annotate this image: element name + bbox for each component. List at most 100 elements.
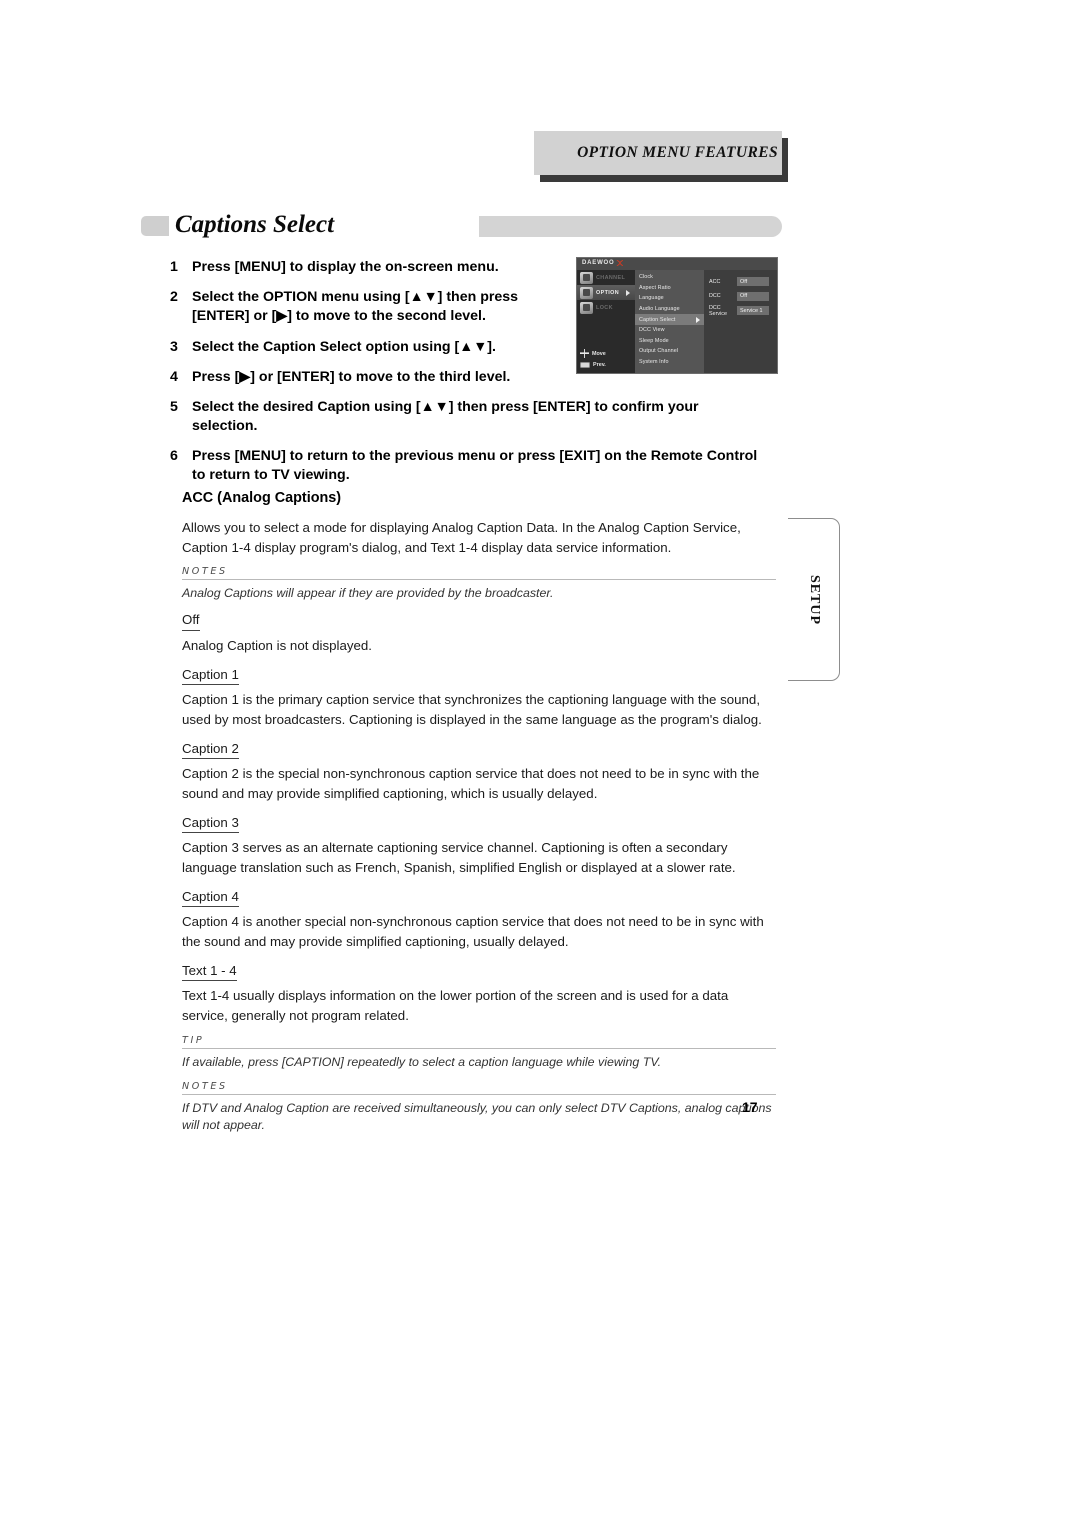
osd-option-menu-column: Clock Aspect Ratio Language Audio Langua… bbox=[635, 270, 704, 373]
osd-sidebar-item-option: OPTION bbox=[577, 285, 635, 300]
osd-menu-label: Aspect Ratio bbox=[639, 284, 671, 291]
step-text: Select the Caption Select option using [… bbox=[192, 338, 496, 355]
header-banner-title: Option Menu Features bbox=[577, 144, 778, 161]
subsection-heading: ACC (Analog Captions) bbox=[182, 490, 342, 506]
osd-setting-key: DCC bbox=[709, 293, 721, 299]
step-text: Press [▶] or [ENTER] to move to the thir… bbox=[192, 368, 511, 385]
osd-setting-key: ACC bbox=[709, 278, 721, 285]
osd-menu-screenshot: DAEWOO CHANNEL OPTION LOCK Move Prev. Cl… bbox=[576, 257, 778, 374]
divider bbox=[182, 579, 776, 581]
chevron-right-icon bbox=[626, 289, 630, 296]
step-number: 2 bbox=[170, 289, 178, 306]
osd-setting-value: Off bbox=[737, 291, 769, 301]
term-description: Text 1-4 usually displays information on… bbox=[182, 988, 729, 1023]
callout-label: TIP bbox=[182, 1034, 205, 1046]
osd-sidebar-item-channel: CHANNEL bbox=[577, 270, 635, 285]
chevron-right-icon bbox=[696, 316, 700, 323]
osd-sidebar-label: OPTION bbox=[596, 289, 620, 296]
lock-icon bbox=[580, 301, 593, 314]
channel-icon bbox=[580, 271, 593, 284]
side-tab-label: SETUP bbox=[806, 574, 822, 625]
callout-body: If DTV and Analog Caption are received s… bbox=[182, 1100, 772, 1133]
term-description: Caption 1 is the primary caption service… bbox=[182, 692, 762, 727]
osd-setting-acc: ACC Off bbox=[704, 276, 777, 287]
osd-nav-label: Prev. bbox=[593, 361, 606, 368]
term-entry-caption-4: Caption 4 bbox=[182, 887, 776, 910]
term-entry-off: Off bbox=[182, 610, 776, 633]
step-number: 5 bbox=[170, 398, 178, 415]
callout-label: NOTES bbox=[182, 566, 228, 578]
notes-callout-2: NOTES If DTV and Analog Caption are rece… bbox=[182, 1081, 776, 1136]
header-banner: Option Menu Features bbox=[534, 131, 788, 182]
callout-body: Analog Captions will appear if they are … bbox=[182, 586, 554, 601]
term-label: Off bbox=[182, 610, 200, 631]
term-label: Caption 2 bbox=[182, 739, 239, 760]
osd-menu-label: Clock bbox=[639, 274, 653, 281]
osd-nav-move: Move bbox=[580, 348, 634, 359]
move-arrows-icon bbox=[580, 349, 589, 358]
term-entry-caption-3: Caption 3 bbox=[182, 813, 776, 836]
osd-sidebar-label: CHANNEL bbox=[596, 274, 626, 281]
callout-label: NOTES bbox=[182, 1080, 228, 1092]
osd-setting-key: DCC Service bbox=[709, 304, 727, 317]
osd-menu-label: Output Channel bbox=[639, 348, 679, 355]
osd-menu-label: Language bbox=[639, 295, 664, 302]
term-label: Text 1 - 4 bbox=[182, 961, 237, 982]
term-entry-caption-2: Caption 2 bbox=[182, 739, 776, 762]
osd-nav-label: Move bbox=[592, 350, 606, 357]
osd-menu-item-output-channel: Output Channel bbox=[635, 346, 704, 357]
osd-sidebar-label: LOCK bbox=[596, 304, 613, 311]
osd-category-sidebar: CHANNEL OPTION LOCK Move Prev. bbox=[577, 270, 635, 373]
page-title: Captions Select bbox=[175, 211, 335, 238]
osd-menu-item-aspect-ratio: Aspect Ratio bbox=[635, 283, 704, 294]
notes-callout-1: NOTES Analog Captions will appear if the… bbox=[182, 566, 776, 603]
term-description: Analog Caption is not displayed. bbox=[182, 637, 372, 653]
step-text: Press [MENU] to display the on-screen me… bbox=[192, 259, 499, 275]
side-tab-setup: SETUP bbox=[788, 518, 840, 681]
term-description: Caption 2 is the special non-synchronous… bbox=[182, 766, 760, 801]
term-label: Caption 3 bbox=[182, 813, 239, 834]
osd-brand-label: DAEWOO bbox=[582, 260, 615, 266]
osd-menu-item-system-info: System Info bbox=[635, 357, 704, 368]
osd-sidebar-item-lock: LOCK bbox=[577, 300, 635, 315]
term-description: Caption 4 is another special non-synchro… bbox=[182, 914, 764, 949]
step-number: 3 bbox=[170, 338, 178, 355]
intro-paragraph: Allows you to select a mode for displayi… bbox=[182, 520, 741, 555]
osd-navigation-hints: Move Prev. bbox=[580, 348, 634, 370]
osd-menu-item-audio-language: Audio Language bbox=[635, 304, 704, 315]
osd-menu-label: Audio Language bbox=[639, 306, 680, 313]
list-item: 6 Press [MENU] to return to the previous… bbox=[170, 447, 760, 485]
divider bbox=[182, 1093, 776, 1095]
header-banner-plate: Option Menu Features bbox=[534, 131, 782, 175]
term-label: Caption 1 bbox=[182, 665, 239, 686]
osd-menu-label: Sleep Mode bbox=[639, 337, 669, 344]
osd-setting-dcc-service: DCC Service Service 1 bbox=[704, 304, 777, 317]
section-title-tab-decoration bbox=[141, 216, 169, 236]
callout-body: If available, press [CAPTION] repeatedly… bbox=[182, 1054, 662, 1069]
osd-nav-prev: Prev. bbox=[580, 359, 634, 370]
step-text: Select the OPTION menu using [▲▼] then p… bbox=[192, 289, 519, 325]
daewoo-mark-icon bbox=[616, 260, 624, 266]
term-description: Caption 3 serves as an alternate caption… bbox=[182, 840, 736, 875]
osd-menu-item-language: Language bbox=[635, 293, 704, 304]
term-entry-caption-1: Caption 1 bbox=[182, 665, 776, 688]
osd-menu-label: DCC View bbox=[639, 327, 665, 334]
osd-menu-label: Caption Select bbox=[639, 316, 676, 323]
gear-icon bbox=[580, 286, 593, 299]
osd-menu-item-caption-select: Caption Select bbox=[635, 314, 704, 325]
divider bbox=[182, 1047, 776, 1049]
osd-menu-item-dcc-view: DCC View bbox=[635, 325, 704, 336]
tip-callout: TIP If available, press [CAPTION] repeat… bbox=[182, 1035, 776, 1072]
body-content: ACC (Analog Captions) Allows you to sele… bbox=[182, 490, 776, 1139]
osd-setting-dcc: DCC Off bbox=[704, 291, 777, 302]
term-label: Caption 4 bbox=[182, 887, 239, 908]
term-entry-text-1-4: Text 1 - 4 bbox=[182, 961, 776, 984]
section-title-bar-decoration bbox=[479, 216, 782, 237]
step-number: 4 bbox=[170, 368, 178, 385]
page-number: 17 bbox=[742, 1099, 758, 1115]
daewoo-logo: DAEWOO bbox=[582, 260, 624, 266]
step-number: 1 bbox=[170, 259, 178, 275]
prev-button-icon bbox=[580, 361, 590, 368]
section-title-row: Captions Select bbox=[141, 211, 782, 241]
osd-menu-item-sleep-mode: Sleep Mode bbox=[635, 336, 704, 347]
